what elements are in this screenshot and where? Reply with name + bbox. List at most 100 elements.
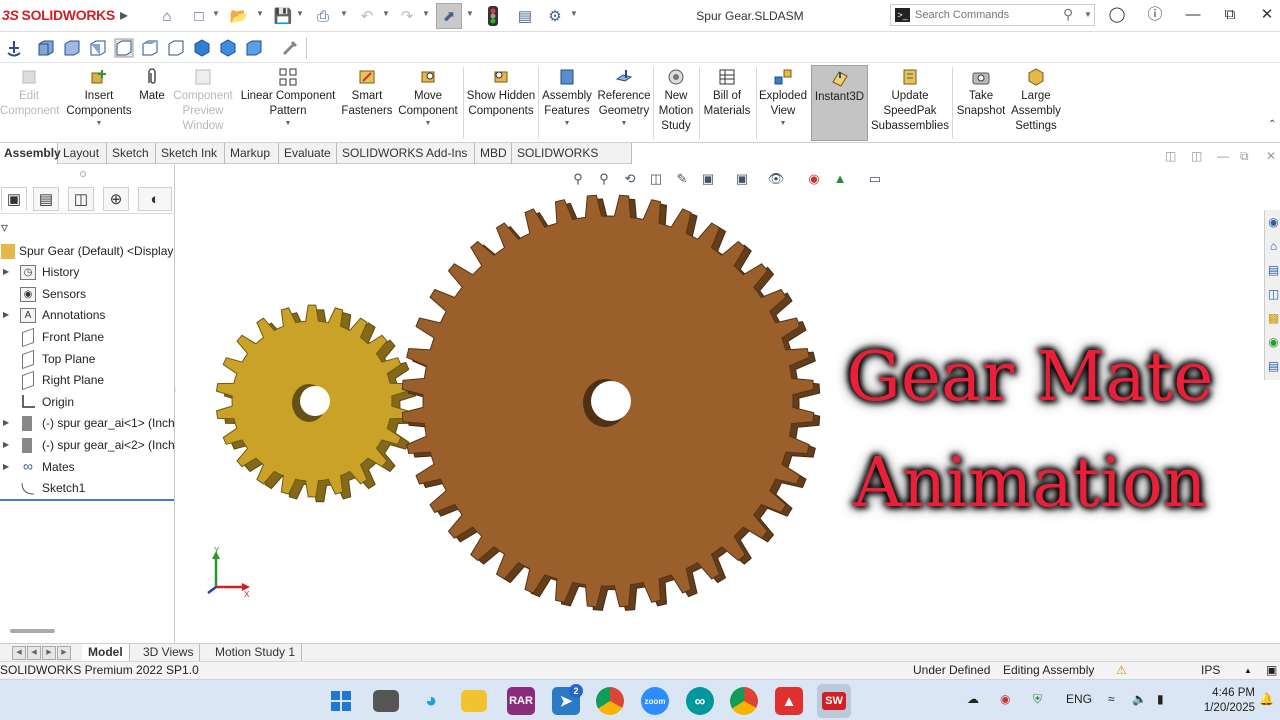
component-preview-window-button[interactable]: Component Preview Window bbox=[170, 65, 236, 141]
solidworks-taskbar-icon[interactable]: SW bbox=[817, 684, 851, 718]
save-caret-icon[interactable]: ▼ bbox=[296, 9, 304, 18]
section-view-icon[interactable]: ◫ bbox=[647, 170, 665, 188]
configuration-manager-tab-icon[interactable]: ◫ bbox=[68, 187, 94, 211]
tab-sketch-ink[interactable]: Sketch Ink bbox=[157, 143, 225, 164]
open-icon[interactable]: 📂 bbox=[228, 5, 250, 27]
app-red-icon[interactable]: ▲ bbox=[775, 687, 803, 715]
tab-motion-study-1[interactable]: Motion Study 1 bbox=[209, 644, 303, 662]
help-icon[interactable]: ⓘ bbox=[1143, 4, 1167, 26]
edge-icon[interactable]: ◕ bbox=[417, 687, 445, 715]
display-style-icon[interactable]: ▣ bbox=[733, 170, 751, 188]
view-settings-icon[interactable]: ▭ bbox=[866, 170, 884, 188]
zoom-icon[interactable]: zoom bbox=[641, 687, 669, 715]
tab-solidworks-add-ins[interactable]: SOLIDWORKS Add-Ins bbox=[338, 143, 475, 164]
file-explorer-icon[interactable]: ▤ bbox=[1266, 262, 1280, 278]
select-icon[interactable]: ⬈ bbox=[436, 3, 462, 29]
apply-scene-icon[interactable]: ▲ bbox=[831, 170, 849, 188]
tree-item-spur-gear-1[interactable]: ▶ (-) spur gear_ai<1> (Inch bbox=[0, 413, 175, 433]
last-tab-icon[interactable]: ▶ bbox=[57, 646, 71, 660]
solidworks-resources-icon[interactable]: ◉ bbox=[1266, 214, 1280, 230]
arduino-icon[interactable]: ∞ bbox=[686, 687, 714, 715]
search-commands[interactable]: >_ ⚲ ▼ bbox=[890, 4, 1095, 26]
zoom-to-fit-icon[interactable]: ⚲ bbox=[569, 170, 587, 188]
take-snapshot-button[interactable]: Take Snapshot bbox=[954, 65, 1008, 141]
unit-system[interactable]: IPS bbox=[1201, 662, 1220, 679]
close-icon[interactable]: ✕ bbox=[1255, 4, 1279, 26]
exploded-view-caret-icon[interactable]: ▼ bbox=[758, 119, 808, 129]
file-properties-icon[interactable]: ▤ bbox=[514, 5, 536, 27]
reference-geometry-button[interactable]: Reference Geometry ▼ bbox=[596, 65, 652, 141]
anchor-icon[interactable] bbox=[4, 38, 24, 58]
custom-properties-icon[interactable]: ▤ bbox=[1266, 358, 1280, 374]
status-more-icon[interactable]: ▣ bbox=[1266, 662, 1277, 679]
chrome-icon[interactable] bbox=[596, 687, 624, 715]
expand-arrow-icon[interactable]: ▶ bbox=[3, 305, 9, 325]
insert-components-caret-icon[interactable]: ▼ bbox=[62, 119, 136, 129]
collapse-ribbon-icon[interactable]: ⌃ bbox=[1268, 119, 1276, 130]
dimxpert-tab-icon[interactable]: ⊕ bbox=[103, 187, 129, 211]
options-icon[interactable]: ⚙ bbox=[544, 5, 566, 27]
property-manager-tab-icon[interactable]: ▤ bbox=[33, 187, 59, 211]
tab-solidworks-cam[interactable]: SOLIDWORKS CAM bbox=[513, 143, 632, 180]
top-view-icon[interactable] bbox=[140, 38, 160, 58]
instant3d-button[interactable]: Instant3D bbox=[811, 65, 868, 141]
tree-item-spur-gear-2[interactable]: ▶ (-) spur gear_ai<2> (Inch bbox=[0, 435, 175, 455]
tree-item-mates[interactable]: ▶ ∞ Mates bbox=[0, 457, 175, 477]
feature-manager-tab-icon[interactable]: ▣ bbox=[1, 187, 27, 211]
exploded-view-button[interactable]: Exploded View ▼ bbox=[758, 65, 808, 141]
new-motion-study-button[interactable]: New Motion Study bbox=[655, 65, 697, 141]
back-view-icon[interactable] bbox=[62, 38, 82, 58]
tree-item-top-plane[interactable]: Top Plane bbox=[0, 349, 175, 369]
print-icon[interactable]: ⎙ bbox=[312, 5, 334, 27]
tab-layout[interactable]: Layout bbox=[59, 143, 107, 164]
hide-show-items-icon[interactable]: 👁 bbox=[767, 170, 785, 188]
scenes-icon[interactable]: ◉ bbox=[1266, 334, 1280, 350]
panel-scrollbar[interactable] bbox=[10, 629, 55, 633]
tray-app-icon[interactable]: ◉ bbox=[1000, 692, 1010, 706]
display-manager-tab-icon[interactable]: ◐ bbox=[138, 187, 172, 211]
search-icon[interactable]: ⚲ bbox=[1063, 6, 1073, 23]
security-icon[interactable]: ⛨ bbox=[1033, 692, 1042, 707]
user-account-icon[interactable]: ◯ bbox=[1105, 4, 1129, 26]
tab-markup[interactable]: Markup bbox=[226, 143, 279, 164]
tab-evaluate[interactable]: Evaluate bbox=[280, 143, 337, 164]
expand-arrow-icon[interactable]: ▶ bbox=[3, 435, 9, 455]
assembly-features-caret-icon[interactable]: ▼ bbox=[540, 119, 594, 129]
volume-icon[interactable]: 🔈 bbox=[1132, 692, 1147, 706]
tree-root[interactable]: Spur Gear (Default) <Display bbox=[0, 241, 175, 261]
front-view-icon[interactable] bbox=[36, 38, 56, 58]
bill-of-materials-button[interactable]: Bill of Materials bbox=[701, 65, 753, 141]
open-caret-icon[interactable]: ▼ bbox=[256, 9, 264, 18]
doc-minimize-icon[interactable]: — bbox=[1217, 149, 1231, 163]
dimetric-view-icon[interactable] bbox=[244, 38, 264, 58]
dynamic-annotation-icon[interactable]: ✎ bbox=[673, 170, 691, 188]
battery-icon[interactable]: ▮ bbox=[1157, 692, 1164, 706]
move-component-button[interactable]: Move Component ▼ bbox=[396, 65, 460, 141]
search-input[interactable] bbox=[915, 7, 1055, 23]
expand-arrow-icon[interactable]: ▶ bbox=[3, 413, 9, 433]
redo-caret-icon[interactable]: ▼ bbox=[422, 9, 430, 18]
insert-components-button[interactable]: Insert Components ▼ bbox=[62, 65, 136, 141]
large-gear[interactable] bbox=[401, 194, 821, 611]
notification-bell-icon[interactable]: 🔔 bbox=[1259, 692, 1274, 706]
view-palette-icon[interactable]: ◫ bbox=[1266, 286, 1280, 302]
print-caret-icon[interactable]: ▼ bbox=[340, 9, 348, 18]
telegram-icon[interactable]: ➤ 2 bbox=[552, 684, 583, 715]
panel-handle[interactable] bbox=[80, 171, 86, 177]
tab-model[interactable]: Model bbox=[82, 644, 130, 662]
tree-item-history[interactable]: ▶ ◷ History bbox=[0, 262, 175, 282]
previous-view-icon[interactable]: ⟲ bbox=[621, 170, 639, 188]
redo-icon[interactable]: ↷ bbox=[396, 5, 418, 27]
search-caret-icon[interactable]: ▼ bbox=[1084, 10, 1092, 19]
undo-caret-icon[interactable]: ▼ bbox=[382, 9, 390, 18]
save-icon[interactable]: 💾 bbox=[272, 5, 294, 27]
small-gear[interactable] bbox=[215, 304, 417, 503]
restore-icon[interactable]: ⧉ bbox=[1218, 4, 1242, 26]
linear-pattern-caret-icon[interactable]: ▼ bbox=[238, 119, 338, 129]
clock[interactable]: 4:46 PM 1/20/2025 bbox=[1185, 686, 1255, 716]
cloud-icon[interactable]: ☁ bbox=[967, 692, 979, 706]
filter-icon[interactable]: ▿ bbox=[1, 219, 8, 236]
first-tab-icon[interactable]: ◀ bbox=[12, 646, 26, 660]
normal-to-icon[interactable] bbox=[280, 38, 300, 58]
chrome-profile-icon[interactable] bbox=[730, 687, 758, 715]
